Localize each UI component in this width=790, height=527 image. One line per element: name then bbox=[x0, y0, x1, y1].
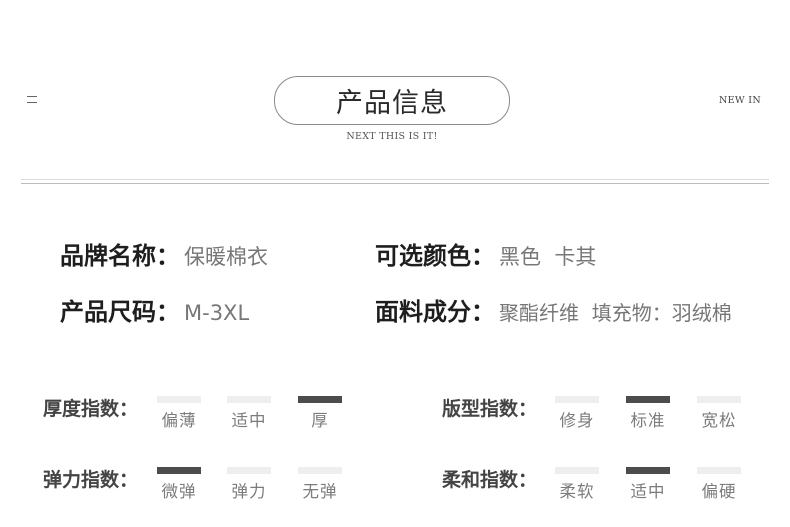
option-bar bbox=[157, 396, 201, 403]
menu-icon[interactable] bbox=[27, 96, 37, 106]
thickness-index-label: 厚度指数： bbox=[43, 398, 139, 420]
color-value: 黑色 卡其 bbox=[499, 245, 597, 269]
option-bar bbox=[626, 467, 670, 474]
brand-name-value: 保暖棉衣 bbox=[184, 245, 268, 269]
fit-option: 标准 bbox=[626, 396, 670, 431]
size-row: 产品尺码： M-3XL bbox=[60, 292, 250, 326]
elasticity-option: 微弹 bbox=[157, 467, 201, 502]
thickness-option: 偏薄 bbox=[157, 396, 201, 431]
softness-option: 柔软 bbox=[555, 467, 599, 502]
material-value: 聚酯纤维 填充物：羽绒棉 bbox=[499, 301, 732, 325]
new-in-link[interactable]: NEW IN bbox=[700, 95, 780, 106]
option-bar bbox=[555, 467, 599, 474]
elasticity-option: 无弹 bbox=[298, 467, 342, 502]
page-subtitle: NEXT THIS IS IT! bbox=[346, 131, 438, 142]
thickness-option: 适中 bbox=[227, 396, 271, 431]
divider bbox=[21, 179, 769, 180]
fit-option: 宽松 bbox=[697, 396, 741, 431]
color-row: 可选颜色： 黑色 卡其 bbox=[375, 236, 597, 270]
elasticity-index-label: 弹力指数： bbox=[43, 469, 139, 491]
page-title-text: 产品信息 bbox=[336, 88, 448, 119]
softness-option: 适中 bbox=[626, 467, 670, 502]
option-bar bbox=[697, 396, 741, 403]
size-label: 产品尺码： bbox=[60, 298, 180, 326]
option-bar bbox=[697, 467, 741, 474]
size-value: M-3XL bbox=[184, 301, 250, 325]
page-title: 产品信息 bbox=[274, 76, 510, 125]
fit-index-label: 版型指数： bbox=[442, 398, 538, 420]
option-bar bbox=[626, 396, 670, 403]
option-bar bbox=[227, 467, 271, 474]
option-bar bbox=[157, 467, 201, 474]
divider bbox=[21, 183, 769, 184]
option-bar bbox=[555, 396, 599, 403]
material-label: 面料成分： bbox=[375, 298, 495, 326]
material-row: 面料成分： 聚酯纤维 填充物：羽绒棉 bbox=[375, 292, 732, 326]
fit-option: 修身 bbox=[555, 396, 599, 431]
option-bar bbox=[298, 467, 342, 474]
brand-name-row: 品牌名称： 保暖棉衣 bbox=[60, 236, 268, 270]
softness-index-label: 柔和指数： bbox=[442, 469, 538, 491]
softness-option: 偏硬 bbox=[697, 467, 741, 502]
brand-name-label: 品牌名称： bbox=[60, 242, 180, 270]
thickness-option: 厚 bbox=[298, 396, 342, 431]
option-bar bbox=[298, 396, 342, 403]
color-label: 可选颜色： bbox=[375, 242, 495, 270]
elasticity-option: 弹力 bbox=[227, 467, 271, 502]
option-bar bbox=[227, 396, 271, 403]
